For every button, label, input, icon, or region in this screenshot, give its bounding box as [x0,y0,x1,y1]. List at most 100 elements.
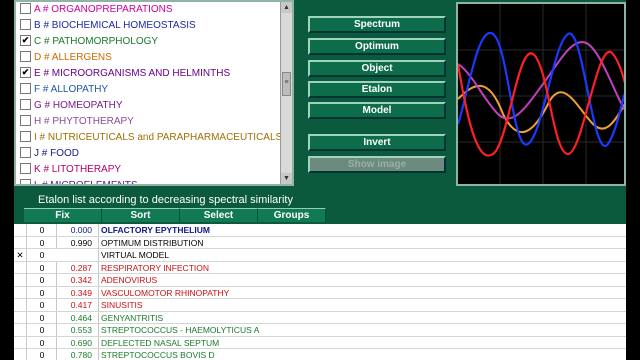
row-etalon-name: SINUSITIS [98,299,618,311]
main-panel: A # ORGANOPREPARATIONS B # BIOCHEMICAL HO… [14,0,626,360]
show-image-button[interactable]: Show image [308,156,446,173]
table-row[interactable]: 0 0.342 ADENOVIRUS [14,274,626,287]
category-checkbox[interactable] [20,82,31,94]
row-etalon-name: OLFACTORY EPYTHELIUM [98,224,618,236]
row-count: 0 [26,261,57,274]
table-row[interactable]: 0 0.990 OPTIMUM DISTRIBUTION [14,236,626,249]
category-label: L # MICROELEMENTS [34,180,138,186]
row-count: 0 [26,274,57,286]
row-etalon-name: OPTIMUM DISTRIBUTION [98,236,618,249]
category-label: J # FOOD [34,148,80,159]
optimum-button[interactable]: Optimum [308,38,446,55]
row-etalon-name: STREPTOCOCCUS - HAEMOLYTICUS A [98,324,618,336]
category-label: E # MICROORGANISMS AND HELMINTHS [34,68,231,79]
row-count: 0 [26,249,57,261]
row-similarity-value: 0.690 [56,336,96,349]
table-row[interactable]: 0 0.553 STREPTOCOCCUS - HAEMOLYTICUS A [14,324,626,337]
category-item[interactable]: D # ALLERGENS [16,50,292,66]
table-row[interactable]: 0 0.000 OLFACTORY EPYTHELIUM [14,224,626,237]
category-item[interactable]: K # LITOTHERAPY [16,162,292,178]
category-item[interactable]: ✔ C # PATHOMORPHOLOGY [16,34,292,50]
row-similarity-value: 0.287 [56,261,96,274]
row-count: 0 [26,236,57,249]
groups-tab[interactable]: Groups [258,208,326,222]
category-item[interactable]: J # FOOD [16,146,292,162]
table-row[interactable]: 0 0.287 RESPIRATORY INFECTION [14,261,626,274]
category-item[interactable]: L # MICROELEMENTS [16,178,292,186]
row-etalon-name: GENYANTRITIS [98,311,618,324]
category-checkbox[interactable] [20,18,31,30]
row-count: 0 [26,299,57,311]
row-similarity-value: 0.417 [56,299,96,311]
category-checkbox[interactable] [20,146,31,158]
category-item[interactable]: H # PHYTOTHERAPY [16,114,292,130]
select-tab[interactable]: Select [180,208,258,222]
category-checkbox[interactable] [20,2,31,14]
category-checkbox[interactable] [20,130,31,142]
category-label: K # LITOTHERAPY [34,164,122,175]
row-count: 0 [26,286,57,299]
row-count: 0 [26,349,57,360]
row-etalon-name: ADENOVIRUS [98,274,618,286]
category-checkbox[interactable] [20,162,31,174]
scroll-thumb[interactable]: ≡ [282,72,291,96]
category-item[interactable]: A # ORGANOPREPARATIONS [16,2,292,18]
category-checkbox[interactable] [20,50,31,62]
category-label: H # PHYTOTHERAPY [34,116,134,127]
etalon-toolbar: Fix Sort Select Groups [14,208,626,222]
row-count: 0 [26,311,57,324]
category-item[interactable]: I # NUTRICEUTICALS and PARAPHARMACEUTICA… [16,130,292,146]
spectrum-graph [458,4,624,184]
category-checkbox[interactable]: ✔ [20,66,31,78]
app-window: A # ORGANOPREPARATIONS B # BIOCHEMICAL HO… [0,0,640,360]
category-item[interactable]: ✔ E # MICROORGANISMS AND HELMINTHS [16,66,292,82]
row-similarity-value: 0.000 [56,224,96,236]
spectrum-button[interactable]: Spectrum [308,16,446,33]
table-row[interactable]: ✕ 0 VIRTUAL MODEL [14,249,626,262]
category-checkbox[interactable] [20,178,31,184]
etalon-list-title: Etalon list according to decreasing spec… [38,194,293,206]
category-checkbox[interactable] [20,114,31,126]
fix-tab[interactable]: Fix [24,208,102,222]
row-etalon-name: RESPIRATORY INFECTION [98,261,618,274]
table-row[interactable]: 0 0.349 VASCULOMOTOR RHINOPATHY [14,286,626,299]
category-label: G # HOMEOPATHY [34,100,123,111]
row-count: 0 [26,324,57,336]
sort-tab[interactable]: Sort [102,208,180,222]
table-row[interactable]: 0 0.690 DEFLECTED NASAL SEPTUM [14,336,626,349]
category-label: F # ALLOPATHY [34,84,109,95]
row-mark[interactable]: ✕ [14,249,26,261]
row-similarity-value: 0.349 [56,286,96,299]
row-count: 0 [26,224,57,236]
spectrum-plot [456,2,626,186]
table-row[interactable]: 0 0.417 SINUSITIS [14,299,626,312]
category-checkbox[interactable] [20,98,31,110]
etalon-button[interactable]: Etalon [308,81,446,98]
category-item[interactable]: F # ALLOPATHY [16,82,292,98]
category-checkbox[interactable]: ✔ [20,34,31,46]
row-etalon-name: DEFLECTED NASAL SEPTUM [98,336,618,349]
category-scrollbar[interactable]: ▲ ≡ ▼ [280,2,292,184]
category-label: B # BIOCHEMICAL HOMEOSTASIS [34,20,196,31]
row-etalon-name: VASCULOMOTOR RHINOPATHY [98,286,618,299]
table-row[interactable]: 0 0.780 STREPTOCOCCUS BOVIS D [14,349,626,360]
model-button[interactable]: Model [308,102,446,119]
category-label: C # PATHOMORPHOLOGY [34,36,159,47]
category-item[interactable]: B # BIOCHEMICAL HOMEOSTASIS [16,18,292,34]
row-similarity-value: 0.990 [56,236,96,249]
object-button[interactable]: Object [308,60,446,77]
table-row[interactable]: 0 0.464 GENYANTRITIS [14,311,626,324]
category-label: A # ORGANOPREPARATIONS [34,4,173,15]
row-similarity-value: 0.464 [56,311,96,324]
row-etalon-name: STREPTOCOCCUS BOVIS D [98,349,618,360]
category-label: D # ALLERGENS [34,52,112,63]
invert-button[interactable]: Invert [308,134,446,151]
category-item[interactable]: G # HOMEOPATHY [16,98,292,114]
row-similarity-value: 0.553 [56,324,96,336]
category-label: I # NUTRICEUTICALS and PARAPHARMACEUTICA… [34,132,283,143]
scroll-up-arrow-icon[interactable]: ▲ [281,2,292,13]
scroll-down-arrow-icon[interactable]: ▼ [281,173,292,184]
category-list: A # ORGANOPREPARATIONS B # BIOCHEMICAL HO… [14,0,294,186]
row-similarity-value: 0.780 [56,349,96,360]
etalon-table: 0 0.000 OLFACTORY EPYTHELIUM 0 0.990 OPTIMUM … [14,224,626,360]
